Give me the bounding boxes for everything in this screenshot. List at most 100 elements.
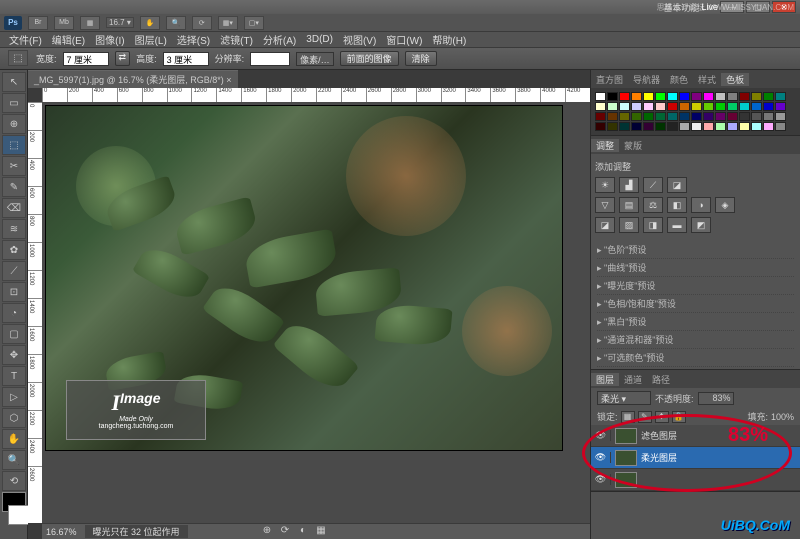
panel-tab[interactable]: 调整 [591,139,619,152]
menu-item[interactable]: 选择(S) [174,32,213,47]
preset-row[interactable]: "色阶"预设 [597,241,794,259]
swatch[interactable] [727,92,738,101]
tool-16[interactable]: ⬡ [2,408,26,428]
resolution-input[interactable] [250,52,290,66]
swatch[interactable] [691,102,702,111]
tool-8[interactable]: ✿ [2,240,26,260]
tool-0[interactable]: ↖ [2,72,26,92]
swatch[interactable] [691,122,702,131]
tab-close-icon[interactable]: × [226,75,231,85]
swatch[interactable] [607,112,618,121]
swatch[interactable] [775,112,786,121]
swatch[interactable] [595,102,606,111]
tool-9[interactable]: ⟋ [2,261,26,281]
swatch[interactable] [595,112,606,121]
swatch[interactable] [763,92,774,101]
panel-tab[interactable]: 直方图 [591,73,628,86]
zoom-tool-shortcut[interactable]: 🔍 [166,16,186,30]
layer-name[interactable]: 柔光图层 [641,451,677,464]
curves-icon[interactable]: ⟋ [643,177,663,193]
tool-11[interactable]: ◔ [2,303,26,323]
blend-mode-select[interactable]: 柔光 ▾ [597,391,651,405]
tool-5[interactable]: ✎ [2,177,26,197]
lock-transparent-icon[interactable]: ▦ [621,411,635,423]
swatch[interactable] [715,92,726,101]
panel-tab[interactable]: 色板 [721,73,749,86]
selective-color-icon[interactable]: ◩ [691,217,711,233]
width-input[interactable]: 7 厘米 [63,52,109,66]
clear-button[interactable]: 清除 [405,51,437,66]
swatch[interactable] [631,122,642,131]
swatch[interactable] [775,122,786,131]
invert-icon[interactable]: ◪ [595,217,615,233]
exposure-icon[interactable]: ◪ [667,177,687,193]
resolution-unit-select[interactable]: 像素/… [296,52,334,66]
swatch[interactable] [763,112,774,121]
swatch[interactable] [715,122,726,131]
swatches-grid[interactable] [591,88,800,135]
tool-2[interactable]: ⊕ [2,114,26,134]
swatch[interactable] [739,92,750,101]
swatch[interactable] [691,112,702,121]
tool-3[interactable]: ⬚ [2,135,26,155]
preset-row[interactable]: "黑白"预设 [597,313,794,331]
brightness-icon[interactable]: ☀ [595,177,615,193]
opacity-input[interactable]: 83% [698,392,734,405]
preset-row[interactable]: "可选颜色"预设 [597,349,794,367]
screen-mode[interactable]: ▢▾ [244,16,264,30]
swatch[interactable] [691,92,702,101]
panel-tab[interactable]: 图层 [591,373,619,386]
swatch[interactable] [595,122,606,131]
tool-1[interactable]: ▭ [2,93,26,113]
hand-tool-shortcut[interactable]: ✋ [140,16,160,30]
swatch[interactable] [655,92,666,101]
swatch[interactable] [667,122,678,131]
layer-visibility-icon[interactable]: 👁 [591,430,611,441]
swatch[interactable] [643,102,654,111]
layer-row[interactable]: 👁柔光图层 [591,447,800,469]
swatch[interactable] [715,102,726,111]
footer-icon[interactable]: ▦ [314,523,328,537]
height-input[interactable]: 3 厘米 [163,52,209,66]
arrange-documents[interactable]: ▦▾ [218,16,238,30]
tool-17[interactable]: ✋ [2,429,26,449]
preset-row[interactable]: "曝光度"预设 [597,277,794,295]
layer-thumbnail[interactable] [615,450,637,466]
tool-13[interactable]: ✥ [2,345,26,365]
footer-icon[interactable]: ◐ [296,523,310,537]
minibridge-button[interactable]: Mb [54,16,74,30]
front-image-button[interactable]: 前面的图像 [340,51,399,66]
swatch[interactable] [763,122,774,131]
menu-item[interactable]: 窗口(W) [383,32,425,47]
tool-7[interactable]: ≋ [2,219,26,239]
tool-18[interactable]: 🔍 [2,450,26,470]
swatch[interactable] [751,122,762,131]
swatch[interactable] [727,122,738,131]
swatch[interactable] [775,92,786,101]
menu-item[interactable]: 视图(V) [340,32,379,47]
swatch[interactable] [679,112,690,121]
footer-icon[interactable]: ⊕ [260,523,274,537]
swatch[interactable] [643,122,654,131]
swatch[interactable] [619,102,630,111]
swatch[interactable] [727,112,738,121]
channel-mixer-icon[interactable]: ◈ [715,197,735,213]
swatch[interactable] [739,122,750,131]
color-balance-icon[interactable]: ⚖ [643,197,663,213]
swatch[interactable] [751,112,762,121]
swatch[interactable] [739,102,750,111]
bridge-button[interactable]: Br [28,16,48,30]
swatch[interactable] [775,102,786,111]
hue-sat-icon[interactable]: ▤ [619,197,639,213]
tool-19[interactable]: ⟲ [2,471,26,491]
swatch[interactable] [703,112,714,121]
swatch[interactable] [739,112,750,121]
swatch[interactable] [655,122,666,131]
menu-item[interactable]: 滤镜(T) [217,32,256,47]
panel-tab[interactable]: 样式 [693,73,721,86]
menu-item[interactable]: 文件(F) [6,32,45,47]
panel-tab[interactable]: 导航器 [628,73,665,86]
layer-thumbnail[interactable] [615,472,637,488]
panel-tab[interactable]: 通道 [619,373,647,386]
status-zoom[interactable]: 16.67% [46,527,77,537]
